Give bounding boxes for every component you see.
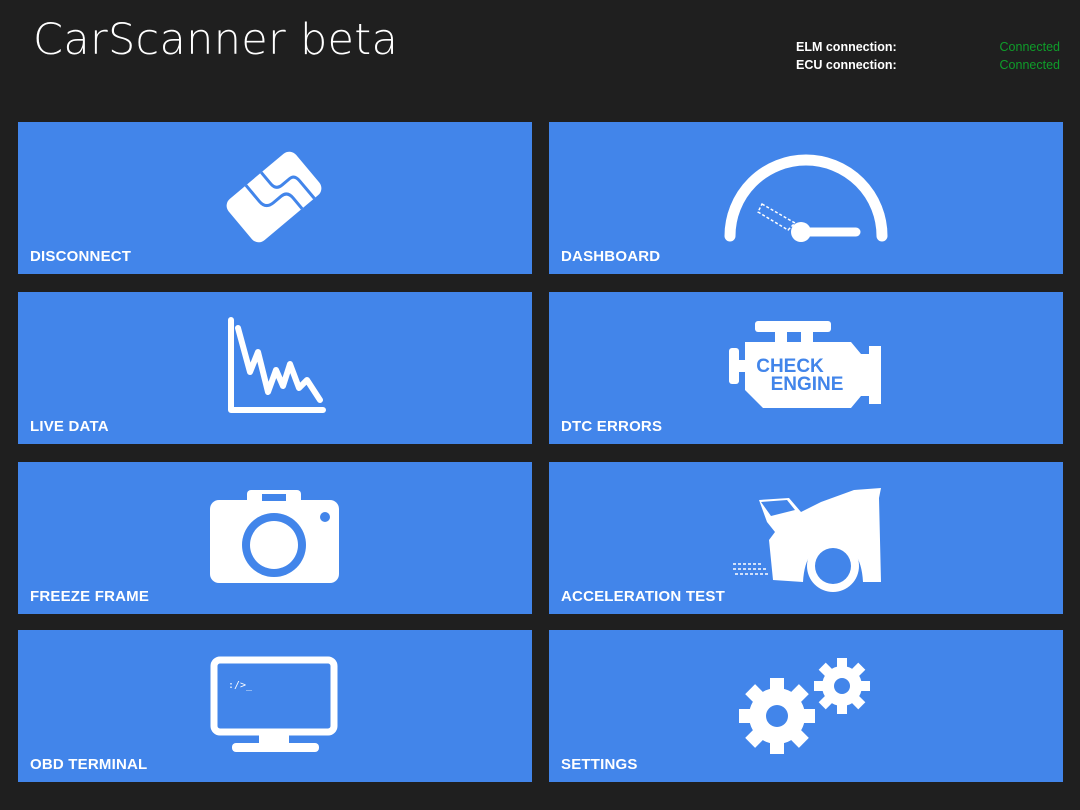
tile-dtc-errors[interactable]: CHECK ENGINE DTC ERRORS (549, 292, 1063, 444)
tile-live-data-label: LIVE DATA (30, 418, 109, 435)
elm-connection-label: ELM connection: (796, 40, 897, 54)
app-window: CarScanner beta ELM connection: Connecte… (0, 0, 1080, 810)
tile-acceleration-test-label: ACCELERATION TEST (561, 588, 725, 605)
tile-disconnect[interactable]: DISCONNECT (18, 122, 532, 274)
tile-live-data[interactable]: LIVE DATA (18, 292, 532, 444)
connection-status-panel: ELM connection: Connected ECU connection… (796, 38, 1060, 74)
check-engine-text-line2: ENGINE (771, 374, 844, 395)
tile-dtc-errors-label: DTC ERRORS (561, 418, 663, 435)
terminal-prompt-text: :/>_ (228, 680, 253, 691)
tile-settings[interactable]: SETTINGS (549, 630, 1063, 782)
tile-settings-label: SETTINGS (561, 756, 638, 773)
ecu-connection-label: ECU connection: (796, 58, 897, 72)
tile-dashboard-label: DASHBOARD (561, 248, 661, 265)
tile-freeze-frame-label: FREEZE FRAME (30, 588, 150, 605)
elm-connection-row: ELM connection: Connected (796, 38, 1060, 56)
tile-dashboard[interactable]: DASHBOARD (549, 122, 1063, 274)
ecu-connection-row: ECU connection: Connected (796, 56, 1060, 74)
tile-acceleration-test[interactable]: ACCELERATION TEST (549, 462, 1063, 614)
tile-obd-terminal[interactable]: :/>_ OBD TERMINAL (18, 630, 532, 782)
elm-connection-value: Connected (999, 40, 1060, 54)
ecu-connection-value: Connected (999, 58, 1060, 72)
tile-disconnect-label: DISCONNECT (30, 248, 132, 265)
tile-freeze-frame[interactable]: FREEZE FRAME (18, 462, 532, 614)
tile-obd-terminal-label: OBD TERMINAL (30, 756, 148, 773)
app-title: CarScanner beta (33, 15, 399, 65)
